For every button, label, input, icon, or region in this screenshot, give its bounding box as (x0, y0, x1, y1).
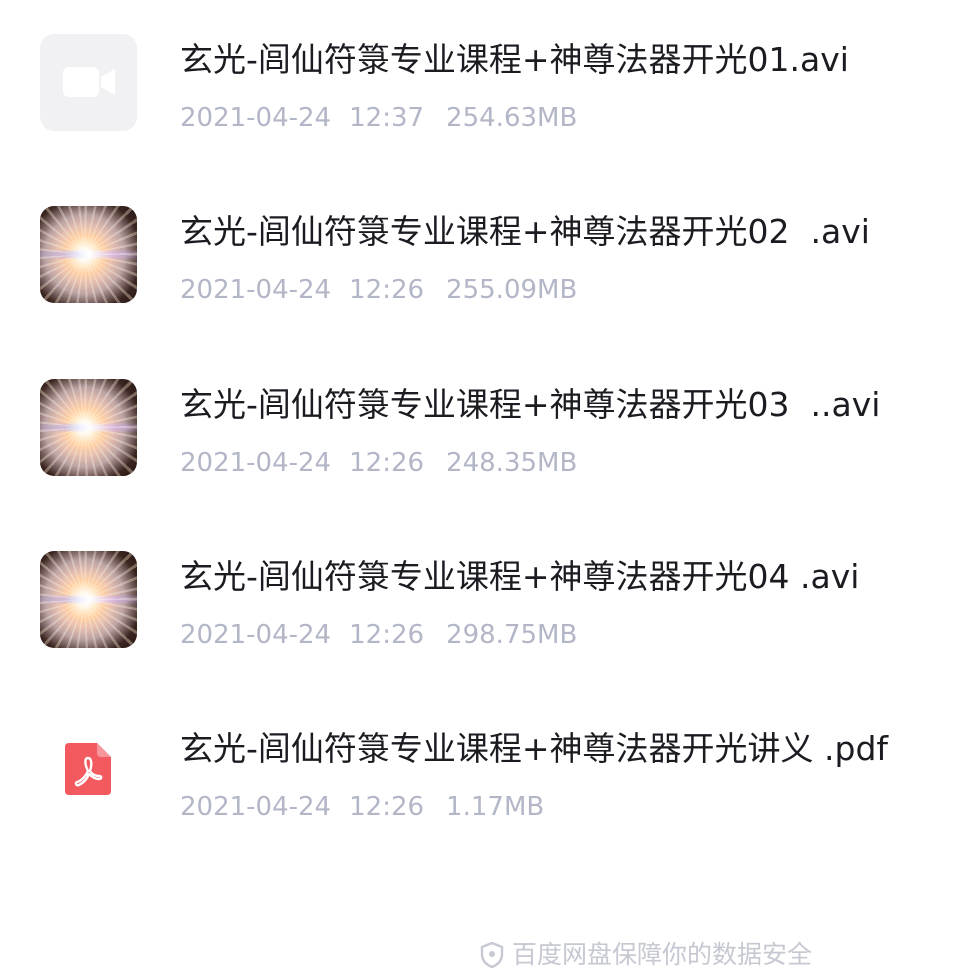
file-date: 2021-04-24 (180, 448, 332, 478)
file-name: 玄光-闾仙符箓专业课程+神尊法器开光01.avi (180, 40, 849, 79)
light-burst-thumbnail (40, 551, 137, 648)
file-time: 12:26 (349, 275, 425, 305)
file-name: 玄光-闾仙符箓专业课程+神尊法器开光讲义 .pdf (180, 729, 889, 768)
video-camera-icon (63, 67, 115, 97)
file-time: 12:26 (349, 792, 425, 822)
file-date: 2021-04-24 (180, 792, 332, 822)
file-date: 2021-04-24 (180, 275, 332, 305)
file-time: 12:26 (349, 620, 425, 650)
file-meta: 2021-04-24 12:26 248.35MB (180, 445, 577, 481)
light-burst-thumbnail (40, 379, 137, 476)
light-burst-thumbnail (40, 206, 137, 303)
pdf-icon (65, 743, 111, 795)
file-row[interactable]: 玄光-闾仙符箓专业课程+神尊法器开光01.avi 2021-04-24 12:37… (0, 34, 960, 184)
file-meta: 2021-04-24 12:26 1.17MB (180, 789, 544, 825)
file-time: 12:26 (349, 448, 425, 478)
file-time: 12:37 (349, 103, 425, 133)
file-name: 玄光-闾仙符箓专业课程+神尊法器开光02 .avi (180, 212, 870, 251)
file-meta: 2021-04-24 12:26 255.09MB (180, 272, 577, 308)
file-row[interactable]: 玄光-闾仙符箓专业课程+神尊法器开光02 .avi 2021-04-24 12:2… (0, 206, 960, 356)
file-name: 玄光-闾仙符箓专业课程+神尊法器开光04 .avi (180, 557, 860, 596)
file-row[interactable]: 玄光-闾仙符箓专业课程+神尊法器开光04 .avi 2021-04-24 12:2… (0, 551, 960, 701)
shield-icon (480, 942, 504, 968)
video-thumbnail (40, 34, 137, 131)
file-meta: 2021-04-24 12:37 254.63MB (180, 100, 577, 136)
file-size: 255.09MB (446, 275, 578, 305)
file-date: 2021-04-24 (180, 620, 332, 650)
security-footer-text: 百度网盘保障你的数据安全 (512, 940, 813, 969)
file-row[interactable]: 玄光-闾仙符箓专业课程+神尊法器开光讲义 .pdf 2021-04-24 12:2… (0, 723, 960, 873)
file-size: 254.63MB (446, 103, 578, 133)
file-date: 2021-04-24 (180, 103, 332, 133)
file-size: 298.75MB (446, 620, 578, 650)
file-name: 玄光-闾仙符箓专业课程+神尊法器开光03 ..avi (180, 385, 881, 424)
file-size: 1.17MB (446, 792, 545, 822)
file-size: 248.35MB (446, 448, 578, 478)
file-row[interactable]: 玄光-闾仙符箓专业课程+神尊法器开光03 ..avi 2021-04-24 12:… (0, 379, 960, 529)
file-meta: 2021-04-24 12:26 298.75MB (180, 617, 577, 653)
security-footer: 百度网盘保障你的数据安全 (480, 940, 812, 970)
